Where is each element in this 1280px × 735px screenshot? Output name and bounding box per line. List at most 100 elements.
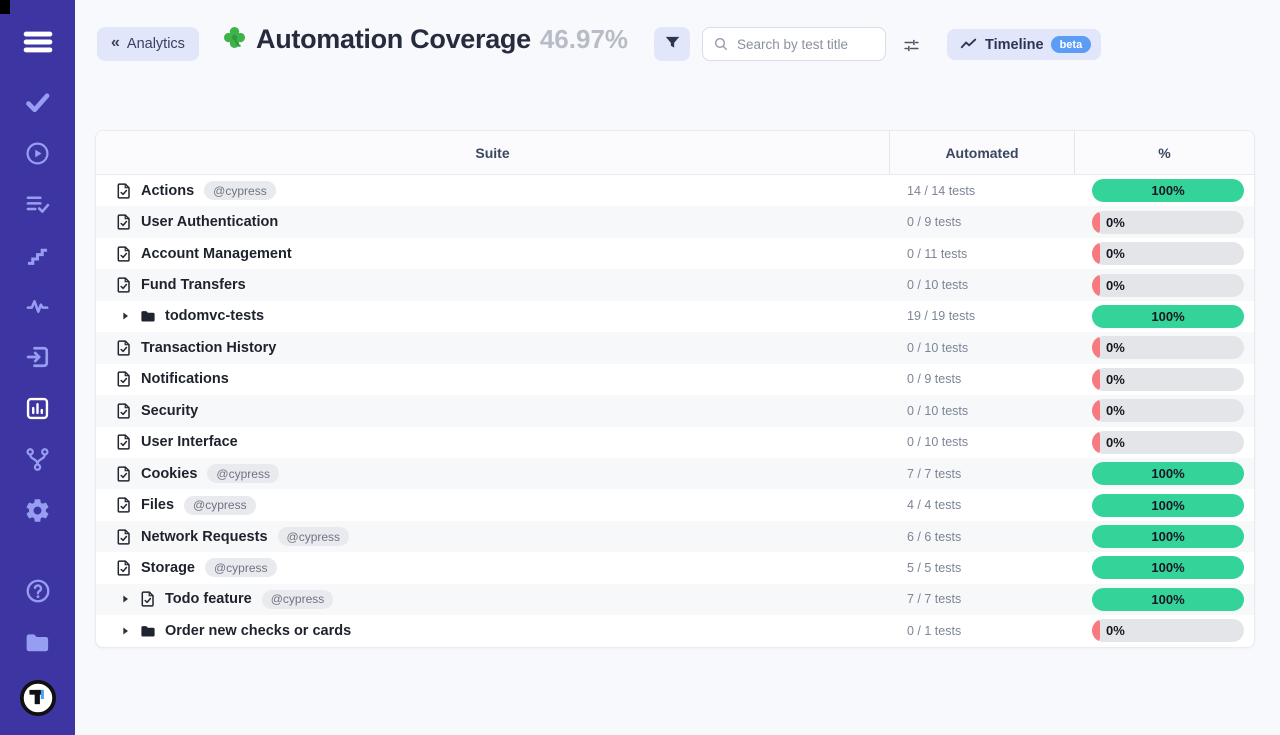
coverage-table: Suite Automated % Actions@cypress14 / 14… xyxy=(95,130,1255,648)
login-icon xyxy=(24,343,52,371)
coverage-bar: 100% xyxy=(1092,525,1244,548)
file-check-icon xyxy=(116,466,132,482)
file-check-icon xyxy=(116,403,132,419)
beta-badge: beta xyxy=(1051,36,1092,53)
coverage-bar: 0% xyxy=(1092,274,1244,297)
play-circle-icon xyxy=(24,140,51,167)
file-check-icon xyxy=(116,560,132,576)
percent-cell: 0% xyxy=(1074,619,1254,642)
table-row[interactable]: Notifications0 / 9 tests0% xyxy=(96,364,1254,395)
search-input[interactable] xyxy=(702,27,886,61)
coverage-bar-fill xyxy=(1092,399,1100,422)
coverage-bar-fill xyxy=(1092,431,1100,454)
table-row[interactable]: todomvc-tests 19 / 19 tests 100% xyxy=(96,301,1254,332)
sidebar-item-projects[interactable] xyxy=(0,627,75,657)
table-row[interactable]: Security0 / 10 tests0% xyxy=(96,395,1254,426)
chevrons-left-icon: « xyxy=(111,34,120,52)
sidebar-item-test-plans[interactable] xyxy=(0,189,75,219)
title-group: Automation Coverage 46.97% xyxy=(222,24,628,55)
coverage-bar: 0% xyxy=(1092,242,1244,265)
coverage-bar: 100% xyxy=(1092,462,1244,485)
sidebar-item-import[interactable] xyxy=(0,342,75,372)
clover-icon xyxy=(222,25,247,55)
file-check-icon xyxy=(116,434,132,450)
file-check-icon xyxy=(116,371,132,387)
coverage-bar: 0% xyxy=(1092,211,1244,234)
suite-name: todomvc-tests xyxy=(165,308,264,324)
sidebar-item-settings[interactable] xyxy=(0,495,75,525)
tag-badge: @cypress xyxy=(278,527,350,546)
table-row[interactable]: Network Requests@cypress6 / 6 tests 100% xyxy=(96,521,1254,552)
tag-badge: @cypress xyxy=(262,590,334,609)
table-row[interactable]: Account Management0 / 11 tests0% xyxy=(96,238,1254,269)
check-icon xyxy=(24,89,51,116)
coverage-percent-label: 100% xyxy=(1092,556,1244,579)
back-analytics-button[interactable]: « Analytics xyxy=(97,27,199,61)
table-row[interactable]: User Interface0 / 10 tests0% xyxy=(96,427,1254,458)
file-check-icon xyxy=(116,214,132,230)
coverage-percent-label: 0% xyxy=(1106,431,1125,454)
table-row[interactable]: Files @cypress 4 / 4 tests100% xyxy=(96,489,1254,520)
suite-name: Files xyxy=(141,497,174,513)
suite-name: Security xyxy=(141,403,198,419)
sidebar-item-branches[interactable] xyxy=(0,444,75,474)
table-row[interactable]: Cookies@cypress7 / 7 tests100% xyxy=(96,458,1254,489)
column-header-automated: Automated xyxy=(889,131,1074,174)
coverage-bar: 100% xyxy=(1092,179,1244,202)
table-row[interactable]: Actions@cypress14 / 14 tests100% xyxy=(96,175,1254,206)
app-logo[interactable] xyxy=(0,678,75,718)
percent-cell: 100% xyxy=(1074,462,1254,485)
percent-cell: 0% xyxy=(1074,211,1254,234)
back-analytics-label: Analytics xyxy=(127,36,185,52)
automated-count: 6 / 6 tests xyxy=(889,530,1074,544)
automated-count: 19 / 19 tests xyxy=(889,309,1074,323)
sidebar-item-tests[interactable] xyxy=(0,87,75,117)
sidebar-item-analytics[interactable] xyxy=(0,393,75,423)
automated-count: 0 / 9 tests xyxy=(889,215,1074,229)
coverage-percent-label: 0% xyxy=(1106,274,1125,297)
suite-name: Transaction History xyxy=(141,340,276,356)
coverage-bar: 100% xyxy=(1092,305,1244,328)
sidebar xyxy=(0,0,75,735)
automated-count: 4 / 4 tests xyxy=(889,498,1074,512)
suite-cell: User Authentication xyxy=(96,214,889,230)
menu-button[interactable] xyxy=(0,27,75,57)
table-row[interactable]: Order new checks or cards0 / 1 tests0% xyxy=(96,615,1254,646)
caret-right-icon[interactable] xyxy=(121,594,130,604)
suite-cell: Network Requests@cypress xyxy=(96,527,889,546)
table-row[interactable]: Transaction History 0 / 10 tests 0% xyxy=(96,332,1254,363)
sidebar-item-pulse[interactable] xyxy=(0,291,75,321)
suite-cell: Todo feature @cypress xyxy=(96,590,889,609)
table-row[interactable]: Fund Transfers0 / 10 tests0% xyxy=(96,269,1254,300)
sidebar-item-steps[interactable] xyxy=(0,240,75,270)
tag-badge: @cypress xyxy=(184,496,256,515)
suite-name: Actions xyxy=(141,183,194,199)
table-row[interactable]: Todo feature@cypress7 / 7 tests100% xyxy=(96,584,1254,615)
sliders-button[interactable] xyxy=(899,33,923,57)
coverage-percent-label: 0% xyxy=(1106,399,1125,422)
coverage-percent-label: 0% xyxy=(1106,619,1125,642)
funnel-icon xyxy=(664,34,681,54)
table-row[interactable]: User Authentication0 / 9 tests 0% xyxy=(96,206,1254,237)
caret-right-icon[interactable] xyxy=(121,626,130,636)
sidebar-item-runs[interactable] xyxy=(0,138,75,168)
suite-cell: Files @cypress xyxy=(96,496,889,515)
automated-count: 0 / 10 tests xyxy=(889,341,1074,355)
percent-cell: 100% xyxy=(1074,494,1254,517)
coverage-bar: 0% xyxy=(1092,336,1244,359)
folder-icon xyxy=(140,623,156,639)
corner-artifact xyxy=(0,0,10,14)
topbar: « Analytics Automation Coverage 46.97% T… xyxy=(75,0,1280,90)
coverage-percent-label: 0% xyxy=(1106,211,1125,234)
search-icon xyxy=(713,36,729,52)
table-row[interactable]: Storage@cypress5 / 5 tests100% xyxy=(96,552,1254,583)
timeline-button[interactable]: Timeline beta xyxy=(947,29,1101,60)
list-check-icon xyxy=(24,191,51,218)
sidebar-item-help[interactable] xyxy=(0,576,75,606)
caret-right-icon[interactable] xyxy=(121,311,130,321)
suite-name: Todo feature xyxy=(165,591,252,607)
file-check-icon xyxy=(116,340,132,356)
suite-name: Storage xyxy=(141,560,195,576)
filter-button[interactable] xyxy=(654,27,690,61)
coverage-bar: 0% xyxy=(1092,368,1244,391)
